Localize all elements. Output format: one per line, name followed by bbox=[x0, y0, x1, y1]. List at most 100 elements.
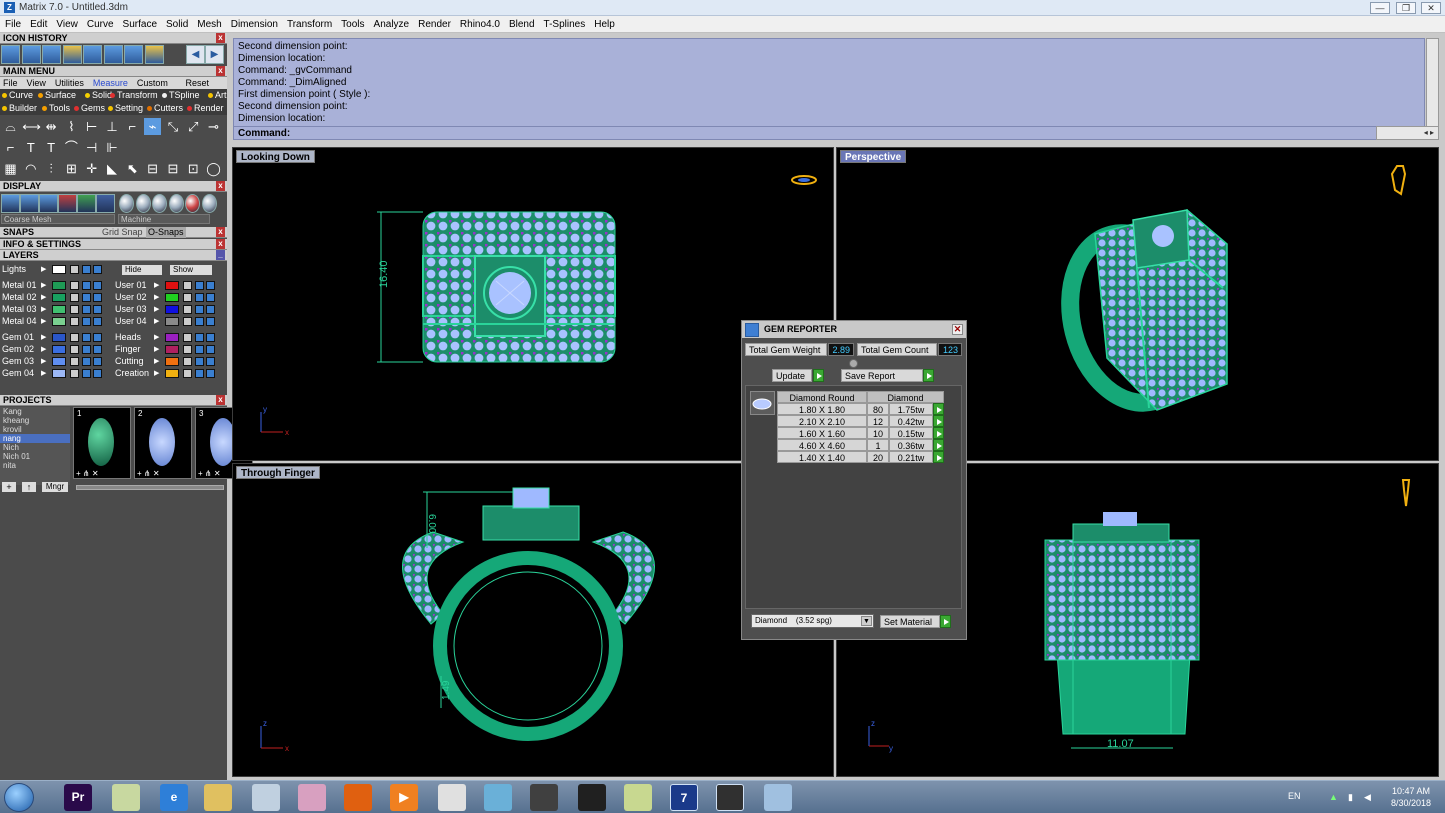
menu-rhino4-0[interactable]: Rhino4.0 bbox=[455, 16, 504, 31]
menu-file[interactable]: File bbox=[0, 16, 25, 31]
tab-utilities[interactable]: Utilities bbox=[52, 77, 90, 89]
layer-visibility-icon[interactable] bbox=[82, 305, 91, 314]
layer-arrow-icon[interactable]: ▶ bbox=[154, 292, 159, 303]
layer-row[interactable]: Metal 04 ▶ bbox=[0, 316, 112, 327]
measure-tool-icon[interactable]: ⊡ bbox=[185, 160, 202, 177]
category-curve[interactable]: Curve bbox=[2, 90, 33, 100]
category-setting[interactable]: Setting bbox=[108, 103, 143, 113]
clock[interactable]: 10:47 AM 8/30/2018 bbox=[1391, 785, 1431, 809]
layer-row[interactable]: Gem 03 ▶ bbox=[0, 356, 112, 367]
menu-render[interactable]: Render bbox=[413, 16, 455, 31]
measure-tool-icon[interactable]: T bbox=[43, 139, 60, 156]
layer-arrow-icon[interactable]: ▶ bbox=[41, 356, 46, 367]
menu-blend[interactable]: Blend bbox=[504, 16, 539, 31]
measure-tool-icon[interactable]: ⊩ bbox=[104, 139, 121, 156]
gem-row-go-icon[interactable] bbox=[933, 427, 944, 439]
taskbar-matrix-icon[interactable]: 7 bbox=[670, 784, 698, 811]
layer-row[interactable]: Metal 03 ▶ bbox=[0, 304, 112, 315]
lock-icon[interactable] bbox=[183, 357, 192, 366]
menu-analyze[interactable]: Analyze bbox=[369, 16, 414, 31]
taskbar-zbrush-icon[interactable] bbox=[578, 784, 606, 811]
lock-icon[interactable] bbox=[70, 281, 79, 290]
gem-row-go-icon[interactable] bbox=[933, 403, 944, 415]
lock-icon[interactable] bbox=[70, 317, 79, 326]
measure-tool-icon[interactable]: ⌐ bbox=[124, 118, 141, 135]
save-report-go-icon[interactable] bbox=[923, 369, 934, 382]
layer-arrow-icon[interactable]: ▶ bbox=[41, 264, 46, 275]
menu-help[interactable]: Help bbox=[589, 16, 619, 31]
material-sphere-icon[interactable] bbox=[185, 194, 200, 213]
gem-row-go-icon[interactable] bbox=[933, 439, 944, 451]
layer-visibility-icon[interactable] bbox=[93, 317, 102, 326]
history-tool-icon[interactable] bbox=[124, 45, 143, 64]
add-project-button[interactable]: + bbox=[2, 482, 16, 492]
layer-row[interactable]: Lights ▶ bbox=[0, 264, 112, 275]
measure-tool-icon[interactable]: ⊢ bbox=[83, 118, 100, 135]
menu-dimension[interactable]: Dimension bbox=[226, 16, 282, 31]
layer-color-swatch[interactable] bbox=[52, 265, 66, 274]
layer-visibility-icon[interactable] bbox=[82, 333, 91, 342]
hide-button[interactable]: Hide bbox=[122, 265, 162, 275]
measure-tool-icon[interactable]: ⤢ bbox=[185, 118, 202, 135]
measure-tool-icon[interactable]: ⌇ bbox=[63, 118, 80, 135]
lock-icon[interactable] bbox=[70, 345, 79, 354]
measure-tool-icon[interactable]: ◯ bbox=[205, 160, 222, 177]
tab-custom[interactable]: Custom bbox=[134, 77, 174, 89]
layer-visibility-icon[interactable] bbox=[93, 281, 102, 290]
reset-button[interactable]: Reset bbox=[182, 77, 215, 89]
layer-color-swatch[interactable] bbox=[52, 357, 66, 366]
project-item[interactable]: Kang bbox=[0, 407, 70, 416]
layer-color-swatch[interactable] bbox=[165, 333, 179, 342]
taskbar-app-pen-icon[interactable] bbox=[530, 784, 558, 811]
display-mode-icon[interactable] bbox=[1, 194, 20, 213]
thumbnail-controls[interactable]: + ⋔ ✕ bbox=[76, 469, 130, 478]
layer-row[interactable]: Creation ▶ bbox=[113, 368, 225, 379]
network-icon[interactable]: ▮ bbox=[1348, 792, 1358, 802]
lock-icon[interactable] bbox=[70, 305, 79, 314]
layer-arrow-icon[interactable]: ▶ bbox=[154, 368, 159, 379]
project-item[interactable]: kheang bbox=[0, 416, 70, 425]
command-line[interactable]: Command: bbox=[233, 126, 1425, 140]
forward-arrow-icon[interactable]: ▶ bbox=[205, 45, 224, 64]
layer-color-swatch[interactable] bbox=[165, 357, 179, 366]
display-mode-icon[interactable] bbox=[77, 194, 96, 213]
lock-icon[interactable] bbox=[70, 265, 79, 274]
layer-row[interactable]: User 03 ▶ bbox=[113, 304, 225, 315]
menu-t-splines[interactable]: T-Splines bbox=[539, 16, 590, 31]
measure-tool-icon[interactable]: ⊣ bbox=[83, 139, 100, 156]
layer-visibility-icon[interactable] bbox=[195, 333, 204, 342]
layer-arrow-icon[interactable]: ▶ bbox=[154, 316, 159, 327]
project-item[interactable]: nita bbox=[0, 461, 70, 470]
layer-color-swatch[interactable] bbox=[165, 345, 179, 354]
thumbnail-controls[interactable]: + ⋔ ✕ bbox=[137, 469, 191, 478]
close-button[interactable]: ✕ bbox=[1421, 2, 1441, 14]
measure-tool-icon[interactable]: ✛ bbox=[83, 160, 100, 177]
taskbar-app-blue-icon[interactable] bbox=[484, 784, 512, 811]
volume-icon[interactable]: ◀ bbox=[1364, 792, 1374, 802]
start-button[interactable] bbox=[4, 783, 34, 812]
layer-color-swatch[interactable] bbox=[165, 293, 179, 302]
layer-visibility-icon[interactable] bbox=[93, 305, 102, 314]
layer-visibility-icon[interactable] bbox=[93, 333, 102, 342]
measure-tool-icon[interactable]: ⇹ bbox=[43, 118, 60, 135]
category-surface[interactable]: Surface bbox=[38, 90, 76, 100]
project-item[interactable]: Nich bbox=[0, 443, 70, 452]
layer-arrow-icon[interactable]: ▶ bbox=[41, 304, 46, 315]
layer-visibility-icon[interactable] bbox=[206, 293, 215, 302]
material-sphere-icon[interactable] bbox=[201, 194, 217, 213]
layer-arrow-icon[interactable]: ▶ bbox=[154, 356, 159, 367]
layer-visibility-icon[interactable] bbox=[206, 345, 215, 354]
layer-arrow-icon[interactable]: ▶ bbox=[154, 332, 159, 343]
category-cutters[interactable]: Cutters bbox=[147, 103, 183, 113]
layer-row[interactable]: Metal 01 ▶ bbox=[0, 280, 112, 291]
lock-icon[interactable] bbox=[183, 317, 192, 326]
layer-color-swatch[interactable] bbox=[165, 369, 179, 378]
close-icon[interactable]: x bbox=[216, 181, 225, 191]
layer-row[interactable]: User 02 ▶ bbox=[113, 292, 225, 303]
command-nav-arrows[interactable]: ◂ ▸ bbox=[1376, 126, 1439, 140]
display-mode-icon[interactable] bbox=[58, 194, 77, 213]
layer-arrow-icon[interactable]: ▶ bbox=[154, 344, 159, 355]
category-tools[interactable]: Tools bbox=[42, 103, 70, 113]
layer-arrow-icon[interactable]: ▶ bbox=[41, 332, 46, 343]
layer-color-swatch[interactable] bbox=[165, 305, 179, 314]
